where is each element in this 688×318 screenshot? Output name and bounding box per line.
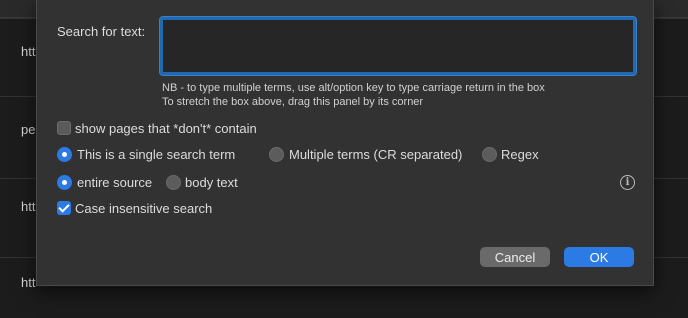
case-insensitive-checkbox[interactable] (57, 201, 71, 215)
entire-source-label[interactable]: entire source (77, 175, 152, 190)
hint-multiple-terms: NB - to type multiple terms, use alt/opt… (162, 82, 545, 94)
dont-contain-label[interactable]: show pages that *don't* contain (75, 121, 257, 136)
case-insensitive-label[interactable]: Case insensitive search (75, 201, 212, 216)
multiple-terms-radio[interactable] (269, 147, 284, 162)
background-row-text: htt (21, 275, 36, 290)
dont-contain-checkbox[interactable] (57, 121, 71, 135)
hint-stretch-box: To stretch the box above, drag this pane… (162, 96, 424, 108)
body-text-label[interactable]: body text (185, 175, 238, 190)
cancel-button[interactable]: Cancel (480, 247, 550, 267)
search-label: Search for text: (57, 24, 146, 39)
multiple-terms-label[interactable]: Multiple terms (CR separated) (289, 147, 462, 162)
background-row-text: htt (21, 44, 36, 59)
ok-button[interactable]: OK (564, 247, 634, 267)
background-row-text: htt (21, 199, 36, 214)
regex-label[interactable]: Regex (501, 147, 539, 162)
single-term-radio[interactable] (57, 147, 72, 162)
single-term-label[interactable]: This is a single search term (77, 147, 235, 162)
body-text-radio[interactable] (166, 175, 181, 190)
info-icon[interactable]: i (620, 175, 635, 190)
search-dialog: Search for text: NB - to type multiple t… (36, 0, 654, 286)
search-text-input[interactable] (159, 16, 637, 76)
regex-radio[interactable] (482, 147, 497, 162)
background-row-text: pe (21, 122, 36, 137)
entire-source-radio[interactable] (57, 175, 72, 190)
